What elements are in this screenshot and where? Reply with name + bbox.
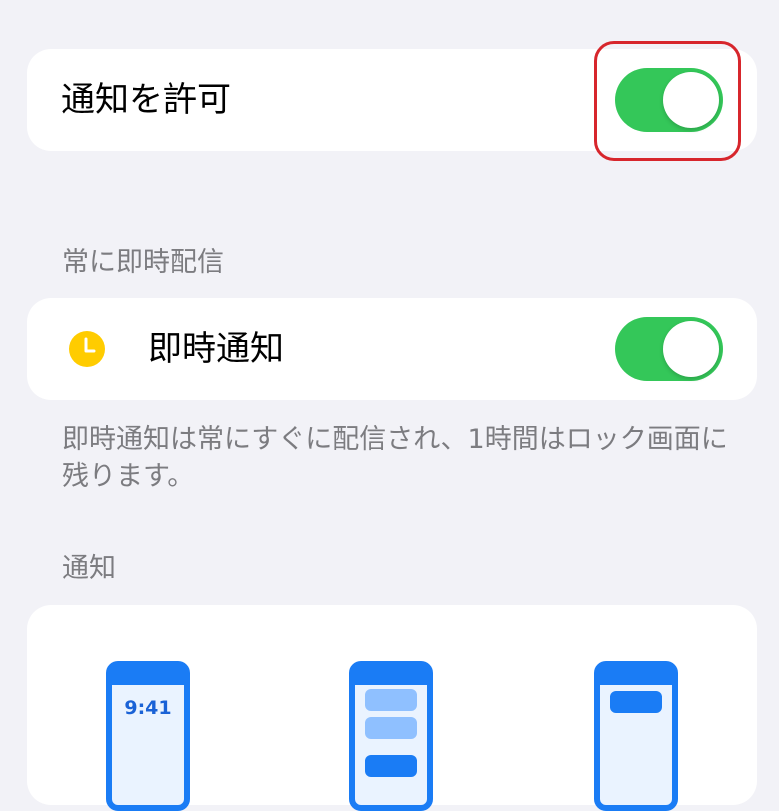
notification-placeholder [365,717,417,739]
phone-top-bar [600,667,672,685]
banners-style-option[interactable] [594,661,678,811]
instant-notifications-row: 即時通知 [27,298,757,400]
toggle-knob [663,72,719,128]
alert-styles-card: 9:41 [27,605,757,811]
toggle-knob [663,321,719,377]
section-header-alerts: 通知 [62,553,116,584]
phone-top-bar [355,667,427,685]
banner-placeholder [610,691,662,713]
section-header-always-deliver: 常に即時配信 [62,247,224,278]
lock-screen-style-option[interactable]: 9:41 [106,661,190,811]
clock-icon [69,331,105,367]
allow-notifications-toggle[interactable] [615,68,723,132]
notification-placeholder [365,689,417,711]
notification-center-style-option[interactable] [349,661,433,811]
notification-placeholder [365,755,417,777]
allow-notifications-row: 通知を許可 [27,49,757,151]
phone-top-bar [112,667,184,685]
instant-notifications-label: 即時通知 [148,329,284,369]
instant-notifications-description: 即時通知は常にすぐに配信され、1時間はロック画面に残ります。 [62,424,728,492]
lock-screen-time: 9:41 [124,697,172,719]
allow-notifications-label: 通知を許可 [61,80,231,120]
instant-notifications-toggle[interactable] [615,317,723,381]
